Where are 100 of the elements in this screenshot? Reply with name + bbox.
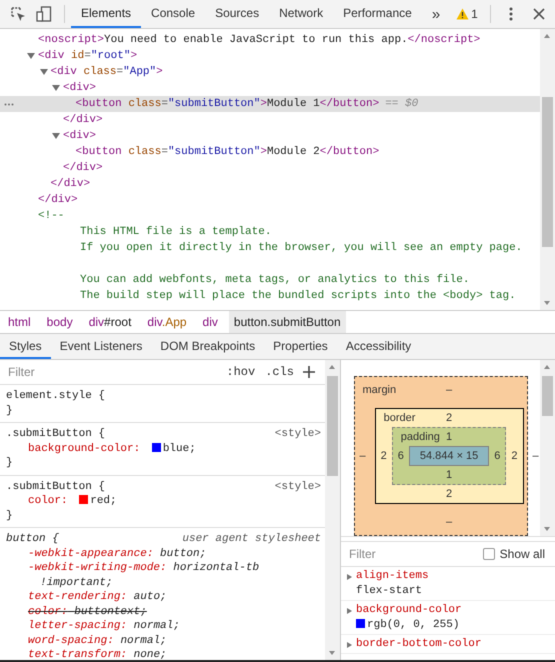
panel-tab[interactable]: Elements (71, 0, 142, 28)
html-code-line: <button class="submitButton">Module 1</button> (76, 97, 380, 112)
panel-tab[interactable]: Performance (333, 0, 422, 28)
box-label: border (384, 412, 416, 424)
css-selector: .submitButton { (6, 427, 106, 442)
property-name: align-items (356, 569, 429, 584)
scrollbar[interactable] (325, 360, 340, 660)
expand-triangle-icon[interactable] (347, 574, 352, 580)
html-comment-line: <!-- (38, 209, 64, 224)
expand-triangle-icon[interactable] (347, 608, 352, 614)
css-declaration: text-rendering: auto; (27, 590, 168, 604)
box-value: – (532, 450, 540, 462)
property-name: border-bottom-color (356, 637, 482, 652)
property-value: flex-start (356, 585, 422, 597)
inspect-element-icon[interactable] (10, 6, 26, 22)
property-name: background-color (356, 603, 462, 618)
css-declaration: background-color: blue; (27, 442, 197, 456)
dom-tree-row[interactable]: <noscript>You need to enable JavaScript to run this app.</noscript> (0, 32, 540, 48)
box-value: 1 (446, 468, 452, 481)
box-value: 6 (493, 450, 502, 462)
css-selector: button { (6, 532, 59, 546)
html-code-line: <div class="App"> (50, 65, 163, 80)
css-declaration: -webkit-appearance: button; (27, 546, 208, 561)
selected-node-marker: == $0 (385, 97, 418, 112)
breadcrumb[interactable]: div (198, 311, 223, 333)
box-value: 2 (446, 488, 452, 500)
property-value: rgb(0, 0, 255) (367, 619, 460, 631)
box-value: 2 (380, 450, 388, 462)
sidebar-tab[interactable]: Event Listeners (50, 334, 152, 359)
more-icon[interactable] (4, 103, 14, 106)
html-code-line: </div> (63, 113, 103, 128)
color-swatch[interactable] (152, 442, 161, 452)
expand-triangle-icon[interactable] (52, 133, 60, 139)
content-box: 54.844 × 15 (408, 446, 490, 466)
css-declaration: text-transform: none; (27, 648, 168, 660)
sidebar-tab[interactable]: Accessibility (336, 334, 420, 359)
box-label: margin (362, 384, 396, 396)
breadcrumb[interactable]: html (3, 311, 36, 333)
breadcrumb[interactable]: div.App (142, 311, 192, 333)
sidebar-tab[interactable]: Properties (264, 334, 337, 359)
warning-icon (456, 8, 470, 20)
breadcrumb[interactable]: button.submitButton (228, 311, 346, 333)
box-value: 6 (396, 450, 405, 462)
rule-close-brace: } (6, 404, 13, 416)
panel-tab[interactable]: Console (141, 0, 206, 28)
dom-tree-row[interactable]: <div> (0, 128, 540, 144)
color-swatch[interactable] (79, 495, 88, 504)
box-label: padding (400, 430, 440, 443)
hover-state-button[interactable]: :hov (221, 365, 260, 379)
html-comment-line: The build step will place the bundled scripts into the <body> tag. (80, 289, 516, 304)
css-declaration: color: buttontext; (27, 604, 148, 619)
box-value: – (358, 450, 367, 462)
sidebar-tab[interactable]: Styles (0, 334, 51, 359)
show-all-checkbox[interactable]: Show all (482, 547, 545, 561)
scrollbar[interactable] (540, 29, 555, 310)
sidebar-tab[interactable]: DOM Breakpoints (151, 334, 264, 359)
expand-triangle-icon[interactable] (40, 69, 48, 75)
dom-tree-row[interactable]: <button class="submitButton">Module 2</button> (0, 144, 540, 160)
rule-source[interactable]: <style> (274, 427, 321, 442)
html-code-line: <div id="root"> (38, 49, 138, 64)
css-selector: .submitButton { (6, 480, 106, 494)
close-icon[interactable] (530, 6, 547, 22)
panel-tab[interactable]: Network (269, 0, 334, 28)
class-toggle-button[interactable]: .cls (260, 365, 299, 379)
css-selector: element.style { (6, 389, 106, 404)
dom-tree-row[interactable]: <!-- (0, 208, 540, 224)
breadcrumb[interactable]: div#root (84, 311, 136, 333)
dom-tree-row[interactable]: <button class="submitButton">Module 1</button> == $0 (0, 96, 540, 112)
box-value: 1 (446, 430, 452, 443)
html-comment-line: This HTML file is a template. (80, 225, 272, 240)
more-tabs-button[interactable]: » (426, 6, 446, 22)
device-toolbar-icon[interactable] (36, 6, 52, 22)
box-value: 2 (510, 450, 519, 462)
warnings-button[interactable]: 1 (452, 7, 482, 21)
box-value: – (446, 384, 452, 396)
expand-triangle-icon[interactable] (347, 642, 352, 648)
css-declaration: -webkit-writing-mode: horizontal-tb !important; (27, 561, 260, 590)
html-code-line: <div> (63, 129, 96, 144)
html-code-line: <button class="submitButton">Module 2</button> (76, 145, 380, 160)
expand-triangle-icon[interactable] (27, 53, 35, 59)
css-declaration: letter-spacing: normal; (27, 619, 181, 634)
css-declaration: word-spacing: normal; (27, 634, 168, 648)
html-comment-line: You can add webfonts, meta tags, or analytics to this file. (80, 273, 470, 288)
html-comment-line: If you open it directly in the browser, you will see an empty page. (80, 241, 522, 256)
new-rule-icon[interactable] (303, 366, 315, 378)
rule-close-brace: } (6, 510, 13, 522)
scrollbar[interactable] (540, 360, 555, 536)
dom-tree-row[interactable]: <div class="App"> (0, 64, 540, 80)
css-declaration: color: red; (27, 494, 118, 508)
dom-tree-row[interactable]: <div id="root"> (0, 48, 540, 64)
rule-source: user agent stylesheet (182, 532, 321, 546)
box-value: 2 (446, 412, 452, 424)
html-code-line: </div> (63, 161, 103, 176)
html-code-line: <noscript>You need to enable JavaScript to run this app.</noscript> (38, 33, 480, 48)
rule-source[interactable]: <style> (274, 480, 321, 494)
html-code-line: </div> (50, 177, 90, 192)
panel-tab[interactable]: Sources (205, 0, 270, 28)
html-code-line: <div> (63, 81, 96, 96)
box-value: – (446, 516, 452, 528)
breadcrumb[interactable]: body (42, 311, 78, 333)
